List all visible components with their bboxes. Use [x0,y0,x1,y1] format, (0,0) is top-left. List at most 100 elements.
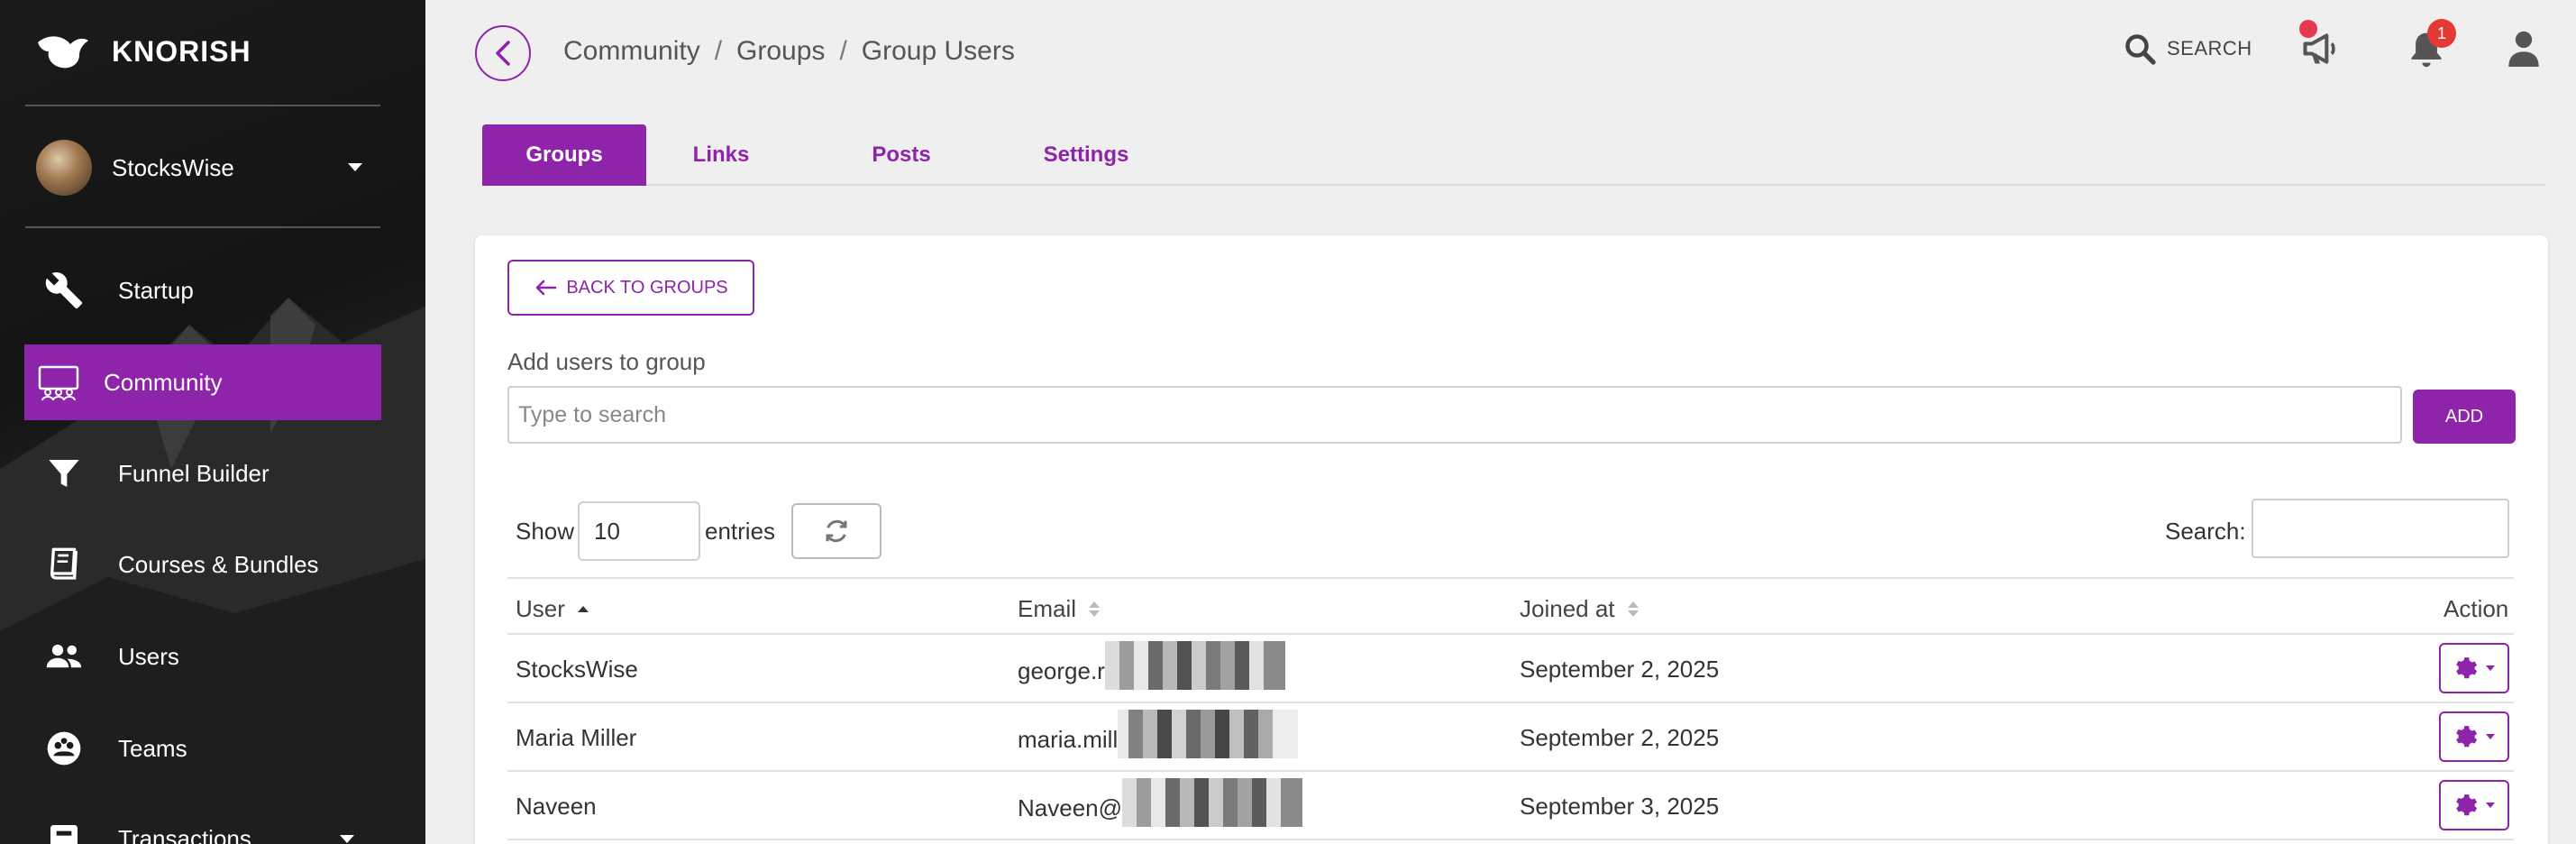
column-label: Joined at [1520,595,1615,622]
redacted-email [1104,641,1285,690]
table-header: User Email Joined at Action [507,577,2514,635]
sidebar-divider [25,105,380,106]
search-icon [2125,34,2156,65]
chevron-left-icon [496,41,510,66]
sidebar-item-label: Users [118,642,179,670]
add-button[interactable]: ADD [2413,390,2516,444]
profile-name: StocksWise [112,153,234,181]
sidebar-item-community[interactable]: Community [24,344,381,420]
gear-icon [2456,657,2478,679]
email-text: maria.mill [1018,725,1119,753]
back-to-groups-label: BACK TO GROUPS [566,277,728,298]
tab-links[interactable]: Links [662,124,780,186]
row-action-button[interactable] [2439,780,2509,830]
funnel-icon [42,452,86,495]
book-icon [42,543,86,586]
tab-settings[interactable]: Settings [1023,124,1149,186]
chevron-down-icon [2486,803,2495,808]
cell-joined: September 2, 2025 [1520,724,1720,751]
refresh-icon [826,519,847,543]
cell-email: Naveen@ [1018,778,1303,827]
gear-icon [2456,794,2478,816]
sort-icon [1627,601,1639,617]
profile-switcher[interactable]: StocksWise [36,138,379,197]
cell-user: Naveen [516,793,597,820]
tab-groups[interactable]: Groups [482,124,646,186]
chevron-down-icon [2486,734,2495,739]
sidebar-item-teams[interactable]: Teams [24,711,381,786]
column-header-action: Action [2444,595,2508,623]
back-to-groups-button[interactable]: BACK TO GROUPS [507,260,754,316]
back-button[interactable] [475,25,531,81]
row-action-button[interactable] [2439,711,2509,762]
breadcrumb-item-groups[interactable]: Groups [736,36,825,67]
breadcrumb: Community / Groups / Group Users [563,36,1015,67]
wrench-icon [42,269,86,312]
brand-name: KNORISH [112,34,251,68]
sidebar-item-funnel-builder[interactable]: Funnel Builder [24,436,381,511]
column-label: Email [1018,595,1077,622]
sort-icon [1089,601,1101,617]
sidebar-item-label: Transactions [118,824,251,844]
notification-badge: 1 [2427,19,2456,48]
teams-icon [42,727,86,770]
user-icon[interactable] [2507,31,2540,67]
table-search-label: Search: [2165,518,2246,545]
sidebar-item-courses-bundles[interactable]: Courses & Bundles [24,527,381,602]
redacted-email [1118,710,1299,758]
cell-email: george.r [1018,641,1285,690]
chevron-down-icon [340,835,354,843]
entries-label: entries [705,518,776,545]
sidebar-item-label: Courses & Bundles [118,550,319,578]
sidebar-item-label: Funnel Builder [118,459,269,487]
announcement-dot [2299,20,2317,38]
sort-asc-icon [577,606,589,612]
tab-posts[interactable]: Posts [843,124,960,186]
bird-logo-icon [38,36,88,69]
add-users-label: Add users to group [507,348,706,375]
breadcrumb-separator: / [714,36,723,66]
cell-user: Maria Miller [516,724,637,751]
user-search-input[interactable] [507,386,2402,444]
table-row: StocksWise george.r September 2, 2025 [507,635,2514,703]
cell-joined: September 3, 2025 [1520,793,1720,820]
sidebar-item-startup[interactable]: Startup [24,252,381,328]
sidebar-item-users[interactable]: Users [24,619,381,694]
brand[interactable]: KNORISH [36,29,251,74]
column-header-email[interactable]: Email [1018,595,1101,623]
group-users-table: User Email Joined at Action StocksWise g… [507,577,2514,840]
breadcrumb-item-community[interactable]: Community [563,36,700,67]
breadcrumb-item-group-users: Group Users [861,36,1015,66]
table-row: Maria Miller maria.mill September 2, 202… [507,703,2514,772]
sidebar-divider [25,226,380,228]
gear-icon [2456,726,2478,748]
sidebar-item-transactions[interactable]: Transactions [24,801,381,844]
sidebar: KNORISH StocksWise Startup Community Fun… [0,0,425,844]
avatar [36,140,92,196]
redacted-email [1122,778,1303,827]
cell-joined: September 2, 2025 [1520,656,1720,683]
column-header-joined-at[interactable]: Joined at [1520,595,1639,623]
column-label: Action [2444,595,2509,622]
cell-user: StocksWise [516,656,638,683]
row-action-button[interactable] [2439,643,2509,693]
entries-select[interactable] [578,501,700,561]
chevron-down-icon [2486,665,2495,671]
email-text: Naveen@ [1018,794,1123,821]
column-label: User [516,595,565,622]
refresh-button[interactable] [791,503,882,559]
search-label: SEARCH [2167,37,2252,60]
community-icon [37,361,80,404]
table-search-input[interactable] [2252,499,2509,558]
global-search-button[interactable]: SEARCH [2124,32,2252,65]
cell-email: maria.mill [1018,710,1299,758]
arrow-left-icon [536,280,557,296]
sidebar-item-label: Teams [118,734,187,762]
sidebar-item-label: Community [104,368,223,396]
sidebar-item-label: Startup [118,276,194,304]
tab-bar: Groups Links Posts Settings [482,124,2545,186]
chevron-down-icon [348,163,362,171]
users-icon [42,635,86,678]
column-header-user[interactable]: User [516,595,589,623]
breadcrumb-separator: / [839,36,847,66]
